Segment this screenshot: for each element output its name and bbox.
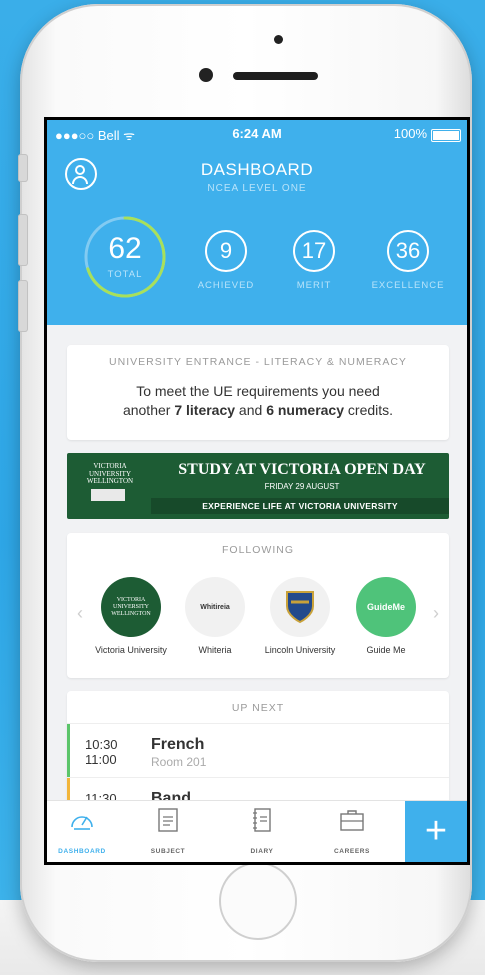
victoria-crest-icon [91,489,125,501]
ue-text: and [235,402,267,418]
front-camera [199,68,213,82]
class-time: 10:30 11:00 [85,737,118,767]
guideme-logo: GuideMe [356,577,416,637]
follow-item-whiteria[interactable]: Whitireia Whiteria [175,577,255,656]
page-title: DASHBOARD [200,160,314,179]
document-icon [158,808,178,832]
stat-merit[interactable]: 17 MERIT [279,230,349,291]
follow-item-lincoln[interactable]: Lincoln University [260,577,340,656]
stat-excellence[interactable]: 36 EXCELLENCE [365,230,451,291]
up-next-card: UP NEXT 10:30 11:00 French Room 201 11:3… [67,691,449,811]
phone-screen: ●●●○○ Bell ᯤ 6:24 AM 100% DASHBOARD NCEA… [44,117,470,865]
tab-subject[interactable]: SUBJECT [133,807,203,855]
tab-label: SUBJECT [150,848,186,855]
achieved-label: ACHIEVED [197,280,255,291]
following-heading: FOLLOWING [221,544,294,556]
follow-item-name: Victoria University [95,645,167,655]
home-button[interactable] [219,862,297,940]
chevron-right-icon[interactable]: › [433,603,439,624]
dashboard-header: ●●●○○ Bell ᯤ 6:24 AM 100% DASHBOARD NCEA… [47,120,467,325]
literacy-credits: 7 literacy [174,402,236,418]
tab-diary[interactable]: DIARY [227,807,297,855]
victoria-logo-text: VICTORIA UNIVERSITY WELLINGTON [111,596,151,617]
volume-down-button [18,280,28,332]
page-subtitle: NCEA LEVEL ONE [207,183,307,194]
schedule-row-french[interactable]: 10:30 11:00 French Room 201 [67,723,449,778]
bottom-tab-bar: DASHBOARD SUBJECT DIARY CAREERS + [47,800,467,862]
achieved-ring: 9 [205,230,247,272]
tab-label: DASHBOARD [58,848,106,855]
tab-dashboard[interactable]: DASHBOARD [47,807,117,855]
ue-card[interactable]: UNIVERSITY ENTRANCE - LITERACY & NUMERAC… [67,345,449,440]
proximity-sensor [274,35,283,44]
ue-card-heading: UNIVERSITY ENTRANCE - LITERACY & NUMERAC… [109,356,407,368]
gauge-icon [71,816,93,830]
app-screen: ●●●○○ Bell ᯤ 6:24 AM 100% DASHBOARD NCEA… [47,120,467,862]
victoria-logo: VICTORIA UNIVERSITY WELLINGTON [101,577,161,637]
end-time: 11:00 [85,752,117,767]
follow-item-guideme[interactable]: GuideMe Guide Me [346,577,426,656]
follow-item-name: Whiteria [198,645,232,655]
ue-text: credits. [344,402,394,418]
banner-date: FRIDAY 29 AUGUST [264,482,340,491]
mute-switch [18,154,28,182]
follow-item-victoria[interactable]: VICTORIA UNIVERSITY WELLINGTON Victoria … [91,577,171,656]
following-carousel: ‹ VICTORIA UNIVERSITY WELLINGTON Victori… [67,577,449,673]
excellence-label: EXCELLENCE [371,280,445,291]
tab-careers[interactable]: CAREERS [317,807,387,855]
stat-achieved[interactable]: 9 ACHIEVED [191,230,261,291]
ue-line-1: To meet the UE requirements you need [136,383,380,399]
following-card: FOLLOWING ‹ VICTORIA UNIVERSITY WELLINGT… [67,533,449,678]
battery-percent: 100% [393,126,427,141]
follow-item-name: Guide Me [366,645,406,655]
lincoln-crest-icon [270,577,330,637]
earpiece-speaker [233,72,318,80]
whitireia-logo: Whitireia [185,577,245,637]
banner-tagline: EXPERIENCE LIFE AT VICTORIA UNIVERSITY [151,498,449,514]
achieved-value: 9 [219,238,233,263]
chevron-left-icon[interactable]: ‹ [77,603,83,624]
subject-color-bar [67,724,70,778]
shield-icon [286,591,314,624]
ue-text: another [122,402,175,418]
merit-label: MERIT [296,280,332,291]
excellence-value: 36 [395,238,421,263]
merit-ring: 17 [293,230,335,272]
excellence-ring: 36 [387,230,429,272]
room-name: Room 201 [151,755,207,769]
ue-card-message: To meet the UE requirements you need ano… [67,368,449,420]
total-credits-value: 62 [108,232,142,265]
whitireia-logo-text: Whitireia [200,603,230,611]
tab-label: DIARY [250,848,274,855]
total-credits-label: TOTAL [107,269,143,280]
open-day-banner[interactable]: VICTORIA UNIVERSITY WELLINGTON STUDY AT … [67,453,449,519]
follow-item-name: Lincoln University [264,645,336,655]
status-bar: ●●●○○ Bell ᯤ 6:24 AM 100% [47,126,467,144]
victoria-logo-text: VICTORIA UNIVERSITY WELLINGTON [86,462,134,485]
merit-value: 17 [301,238,327,263]
up-next-heading: UP NEXT [231,702,285,714]
subject-name: French [151,736,205,753]
guideme-logo-text: GuideMe [366,602,405,612]
numeracy-credits: 6 numeracy [266,402,345,418]
battery-icon [431,129,461,142]
start-time: 10:30 [85,737,118,752]
volume-up-button [18,214,28,266]
add-button[interactable]: + [405,801,467,862]
briefcase-icon [340,810,364,831]
ue-line-2: another 7 literacy and 6 numeracy credit… [77,401,439,420]
tab-label: CAREERS [334,848,370,855]
notebook-icon [253,808,271,832]
banner-headline: STUDY AT VICTORIA OPEN DAY [178,461,426,478]
